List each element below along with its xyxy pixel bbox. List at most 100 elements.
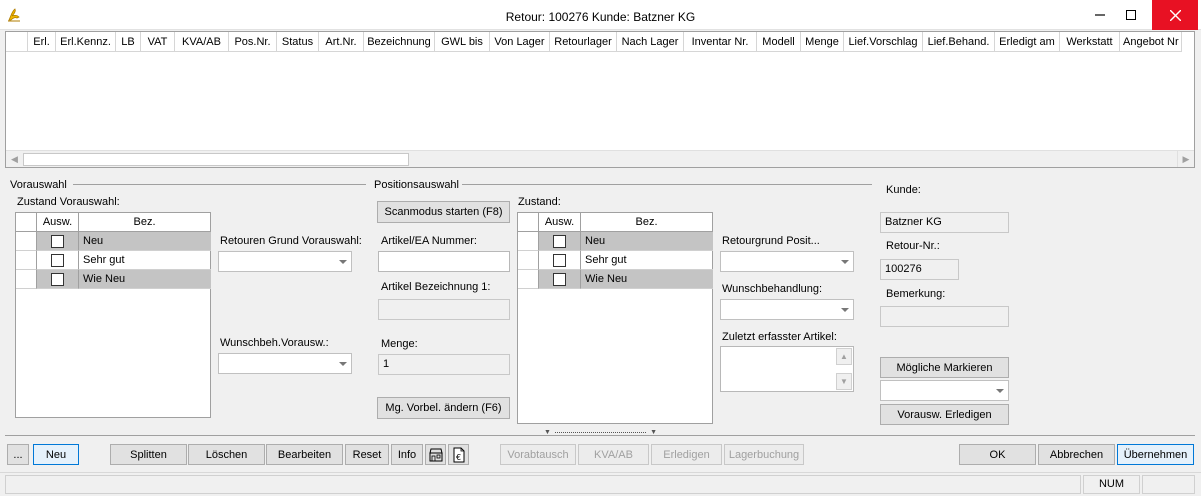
bemerkung-field: [880, 306, 1009, 327]
scroll-right-icon[interactable]: ▶: [1177, 151, 1194, 167]
grid-header: Erl. Erl.Kennz. LB VAT KVA/AB Pos.Nr. Status Ar…: [6, 32, 1182, 52]
kunde-field: Batzner KG: [880, 212, 1009, 233]
table-row[interactable]: Neu: [518, 232, 713, 251]
more-button[interactable]: ...: [7, 444, 29, 465]
uebernehmen-button[interactable]: Übernehmen: [1117, 444, 1194, 465]
zuletzt-erfasster-artikel-field[interactable]: ▲ ▼: [720, 346, 854, 392]
retouren-grund-vorauswahl-select[interactable]: [218, 251, 352, 272]
wunschbehandlung-select[interactable]: [720, 299, 854, 320]
grid-column-header[interactable]: Erl.Kennz.: [56, 32, 116, 51]
neu-button[interactable]: Neu: [33, 444, 79, 465]
grid-column-header[interactable]: Nach Lager: [617, 32, 684, 51]
shop-icon: [428, 448, 443, 461]
positionsauswahl-group-label: Positionsauswahl: [374, 179, 459, 191]
info-button[interactable]: Info: [391, 444, 423, 465]
loeschen-button[interactable]: Löschen: [188, 444, 265, 465]
chevron-down-icon: ▼: [650, 428, 657, 436]
grid-column-header[interactable]: Art.Nr.: [319, 32, 364, 51]
document-euro-button[interactable]: €: [448, 444, 469, 465]
scroll-up-icon[interactable]: ▲: [836, 348, 852, 365]
window-title: Retour: 100276 Kunde: Batzner KG: [505, 10, 696, 24]
table-row[interactable]: Sehr gut: [16, 251, 211, 270]
zustand-vorauswahl-table[interactable]: Ausw. Bez. Neu Sehr gut Wie Neu: [15, 212, 211, 418]
scroll-down-icon[interactable]: ▼: [836, 373, 852, 390]
grid-horizontal-scrollbar[interactable]: ◀ ▶: [6, 150, 1194, 167]
retourgrund-position-label: Retourgrund Posit...: [722, 235, 820, 247]
scanmodus-button[interactable]: Scanmodus starten (F8): [377, 201, 510, 223]
vorausw-erledigen-button[interactable]: Vorausw. Erledigen: [880, 404, 1009, 425]
maximize-button[interactable]: [1108, 0, 1154, 30]
vorauswahl-divider: [73, 184, 366, 185]
col-bez: Bez.: [635, 216, 658, 228]
erledigen-button[interactable]: Erledigen: [651, 444, 722, 465]
grid-column-header[interactable]: Inventar Nr.: [684, 32, 757, 51]
menge-field: 1: [378, 354, 510, 375]
grid-column-header[interactable]: Lief.Behand.: [923, 32, 995, 51]
row-bez: Neu: [581, 232, 713, 251]
artikel-bezeichnung-label: Artikel Bezeichnung 1:: [381, 281, 491, 293]
zustand-vorauswahl-label: Zustand Vorauswahl:: [17, 196, 120, 208]
positions-grid[interactable]: Erl. Erl.Kennz. LB VAT KVA/AB Pos.Nr. Status Ar…: [5, 31, 1195, 168]
kva-ab-button[interactable]: KVA/AB: [578, 444, 649, 465]
retourgrund-position-select[interactable]: [720, 251, 854, 272]
close-button[interactable]: [1152, 0, 1198, 30]
zustand-label: Zustand:: [518, 196, 561, 208]
retouren-grund-vorauswahl-label: Retouren Grund Vorauswahl:: [220, 235, 362, 247]
abbrechen-button[interactable]: Abbrechen: [1038, 444, 1115, 465]
ausw-checkbox[interactable]: [51, 253, 64, 267]
ausw-checkbox[interactable]: [553, 253, 566, 267]
table-row[interactable]: Wie Neu: [16, 270, 211, 289]
grid-column-header[interactable]: Bezeichnung: [364, 32, 435, 51]
wunschbeh-vorausw-select[interactable]: [218, 353, 352, 374]
grid-column-header[interactable]: Menge: [801, 32, 844, 51]
positionsauswahl-divider: [462, 184, 872, 185]
scroll-thumb[interactable]: [23, 153, 409, 166]
ausw-checkbox[interactable]: [553, 234, 566, 248]
row-bez: Neu: [79, 232, 211, 251]
grid-column-header[interactable]: Lief.Vorschlag: [844, 32, 923, 51]
zustand-table[interactable]: Ausw. Bez. Neu Sehr gut Wie Neu: [517, 212, 713, 424]
moegliche-markieren-button[interactable]: Mögliche Markieren: [880, 357, 1009, 378]
wunschbeh-vorausw-label: Wunschbeh.Vorausw.:: [220, 337, 329, 349]
retour-nr-field: 100276: [880, 259, 959, 280]
ok-button[interactable]: OK: [959, 444, 1036, 465]
svg-text:€: €: [456, 453, 461, 462]
lagerbuchung-button[interactable]: Lagerbuchung: [724, 444, 804, 465]
table-row[interactable]: Neu: [16, 232, 211, 251]
table-header: Ausw. Bez.: [16, 213, 210, 232]
table-header: Ausw. Bez.: [518, 213, 712, 232]
grid-column-header[interactable]: Retourlager: [550, 32, 617, 51]
splitten-button[interactable]: Splitten: [110, 444, 187, 465]
ausw-checkbox[interactable]: [51, 272, 64, 286]
artikel-nummer-input[interactable]: [378, 251, 510, 272]
grid-column-header[interactable]: Erl.: [28, 32, 56, 51]
ausw-checkbox[interactable]: [51, 234, 64, 248]
artikel-nummer-label: Artikel/EA Nummer:: [381, 235, 477, 247]
ausw-checkbox[interactable]: [553, 272, 566, 286]
grid-column-header[interactable]: Status: [277, 32, 319, 51]
minimize-icon: [1095, 14, 1105, 16]
scroll-left-icon[interactable]: ◀: [6, 151, 23, 167]
grid-column-header[interactable]: VAT: [141, 32, 175, 51]
grid-column-header[interactable]: GWL bis: [435, 32, 490, 51]
vorabtausch-button[interactable]: Vorabtausch: [500, 444, 576, 465]
table-row[interactable]: Sehr gut: [518, 251, 713, 270]
grid-column-header[interactable]: Pos.Nr.: [229, 32, 277, 51]
mg-vorbel-aendern-button[interactable]: Mg. Vorbel. ändern (F6): [377, 397, 510, 419]
table-row[interactable]: Wie Neu: [518, 270, 713, 289]
grid-column-header[interactable]: Von Lager: [490, 32, 550, 51]
grid-column-header[interactable]: KVA/AB: [175, 32, 229, 51]
document-euro-icon: €: [453, 447, 464, 462]
grid-column-header[interactable]: Werkstatt: [1060, 32, 1120, 51]
reset-button[interactable]: Reset: [345, 444, 389, 465]
bearbeiten-button[interactable]: Bearbeiten: [266, 444, 343, 465]
grid-column-header[interactable]: Erledigt am: [995, 32, 1060, 51]
splitter-handle[interactable]: ▼ ▼: [542, 428, 659, 436]
shop-button[interactable]: [425, 444, 446, 465]
grid-column-header[interactable]: LB: [116, 32, 141, 51]
num-lock-indicator: NUM: [1083, 475, 1140, 494]
grid-column-header[interactable]: Angebot Nr: [1120, 32, 1182, 51]
chevron-down-icon: [996, 389, 1004, 393]
grid-column-header[interactable]: Modell: [757, 32, 801, 51]
markieren-select[interactable]: [880, 380, 1009, 401]
